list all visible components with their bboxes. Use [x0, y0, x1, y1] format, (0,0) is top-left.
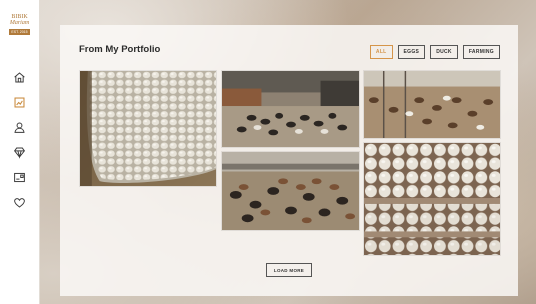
eggs-tray-image: [80, 71, 216, 186]
ducks-pen-image: [364, 71, 500, 138]
portfolio-icon: [14, 97, 25, 107]
sidebar: BIBIK Mariam EST. 2015: [0, 0, 40, 304]
load-more-button[interactable]: LOAD MORE: [266, 263, 312, 277]
portfolio-photo-ducks-barn[interactable]: [221, 70, 360, 148]
portfolio-panel: From My Portfolio ALL EGGS DUCK FARMING: [60, 25, 518, 296]
filter-duck-button[interactable]: DUCK: [430, 45, 458, 59]
diamond-icon: [14, 147, 25, 159]
portfolio-photo-eggs-tray[interactable]: [79, 70, 217, 187]
ducks-barn-image: [222, 71, 359, 147]
sidebar-nav: [12, 70, 28, 209]
filter-farming-button[interactable]: FARMING: [462, 45, 500, 59]
user-icon: [14, 122, 25, 133]
filter-all-button[interactable]: ALL: [369, 45, 393, 59]
filter-bar: ALL EGGS DUCK FARMING: [369, 45, 500, 59]
brand-badge: EST. 2015: [9, 29, 30, 35]
sidebar-item-portfolio[interactable]: [12, 95, 28, 109]
sidebar-item-profile[interactable]: [12, 120, 28, 134]
ducks-flock-image: [222, 152, 359, 230]
card-icon: [14, 172, 25, 182]
sidebar-item-home[interactable]: [12, 70, 28, 84]
sidebar-item-blog[interactable]: [12, 170, 28, 184]
portfolio-photo-ducks-pen[interactable]: [363, 70, 501, 139]
egg-cartons-image: [364, 143, 500, 255]
sidebar-item-services[interactable]: [12, 145, 28, 159]
sidebar-item-favorites[interactable]: [12, 195, 28, 209]
portfolio-photo-egg-cartons[interactable]: [363, 142, 501, 256]
home-icon: [14, 71, 25, 82]
page-title: From My Portfolio: [79, 44, 161, 55]
brand-logo[interactable]: BIBIK Mariam EST. 2015: [8, 14, 32, 40]
brand-name-bottom: Mariam: [9, 20, 30, 26]
filter-eggs-button[interactable]: EGGS: [397, 45, 426, 59]
portfolio-photo-ducks-flock[interactable]: [221, 151, 360, 231]
heart-icon: [14, 197, 25, 208]
